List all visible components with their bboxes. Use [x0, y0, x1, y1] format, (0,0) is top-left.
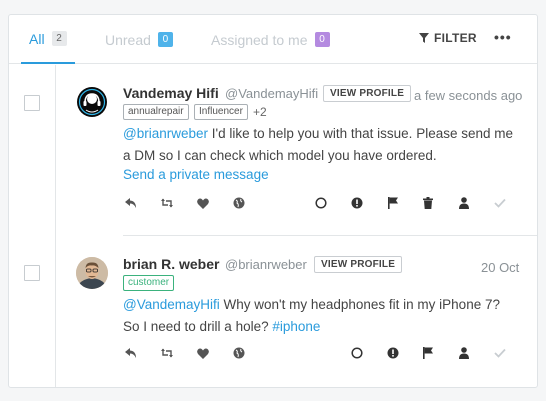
more-options-button[interactable]: •••: [494, 29, 512, 45]
view-profile-button[interactable]: VIEW PROFILE: [323, 85, 412, 102]
tab-unread-label: Unread: [105, 31, 151, 48]
priority-icon[interactable]: [385, 345, 401, 361]
mention-link[interactable]: @VandemayHifi: [123, 297, 220, 312]
mention-link[interactable]: @brianrweber: [123, 126, 208, 141]
globe-icon[interactable]: [231, 195, 247, 211]
globe-icon[interactable]: [231, 345, 247, 361]
checkbox-column-divider: [55, 65, 56, 387]
reply-icon[interactable]: [123, 345, 139, 361]
tab-all-count: 2: [51, 31, 67, 46]
reply-icon[interactable]: [123, 195, 139, 211]
message-body-line-2: a DM so I can check which model you have…: [123, 148, 437, 163]
message-time: 20 Oct: [481, 260, 520, 275]
trash-icon[interactable]: [420, 195, 436, 211]
tab-all[interactable]: All 2: [21, 15, 75, 64]
tab-bar: All 2 Unread 0 Assigned to me 0 FILTER •…: [9, 15, 537, 64]
author-name[interactable]: Vandemay Hifi: [123, 85, 219, 101]
filter-button[interactable]: FILTER: [419, 31, 477, 45]
message-checkbox[interactable]: [24, 265, 40, 281]
user-photo-icon: [76, 257, 108, 289]
tag-annualrepair[interactable]: annualrepair: [123, 104, 189, 120]
tab-all-label: All: [29, 30, 45, 47]
avatar[interactable]: [76, 86, 108, 118]
tab-unread-count: 0: [157, 32, 173, 47]
like-icon[interactable]: [195, 195, 211, 211]
tab-assigned-label: Assigned to me: [211, 31, 308, 48]
retweet-icon[interactable]: [159, 345, 175, 361]
retweet-icon[interactable]: [159, 195, 175, 211]
avatar[interactable]: [76, 257, 108, 289]
priority-icon[interactable]: [349, 195, 365, 211]
message-actions: [9, 195, 537, 213]
send-private-message-link[interactable]: Send a private message: [123, 167, 269, 182]
status-circle-icon[interactable]: [313, 195, 329, 211]
check-icon[interactable]: [492, 345, 508, 361]
message-separator: [123, 235, 537, 236]
message-body-line-2: So I need to drill a hole? #iphone: [123, 319, 320, 334]
message-checkbox[interactable]: [24, 95, 40, 111]
message-text: I'd like to help you with that issue. Pl…: [208, 126, 513, 141]
message-time: a few seconds ago: [414, 88, 523, 103]
filter-icon: [419, 33, 429, 43]
message-actions: [9, 345, 537, 363]
assign-user-icon[interactable]: [456, 195, 472, 211]
message-text: So I need to drill a hole?: [123, 319, 273, 334]
flag-icon[interactable]: [385, 195, 401, 211]
tag-customer[interactable]: customer: [123, 275, 175, 291]
message-body-line-1: @VandemayHifi Why won't my headphones fi…: [123, 297, 500, 312]
like-icon[interactable]: [195, 345, 211, 361]
message-body-line-1: @brianrweber I'd like to help you with t…: [123, 126, 513, 141]
vandemay-logo-icon: [77, 87, 107, 117]
more-tags-count[interactable]: +2: [253, 105, 267, 119]
flag-icon[interactable]: [420, 345, 436, 361]
tab-unread[interactable]: Unread 0: [105, 15, 173, 64]
author-name[interactable]: brian R. weber: [123, 256, 219, 272]
author-handle[interactable]: @brianrweber: [225, 257, 307, 272]
hashtag-link[interactable]: #iphone: [272, 319, 320, 334]
inbox-panel: All 2 Unread 0 Assigned to me 0 FILTER •…: [8, 14, 538, 388]
assign-user-icon[interactable]: [456, 345, 472, 361]
tab-assigned-count: 0: [314, 32, 330, 47]
author-handle[interactable]: @VandemayHifi: [225, 86, 318, 101]
view-profile-button[interactable]: VIEW PROFILE: [314, 256, 403, 273]
status-circle-icon[interactable]: [349, 345, 365, 361]
message-text: Why won't my headphones fit in my iPhone…: [219, 297, 500, 312]
check-icon[interactable]: [492, 195, 508, 211]
filter-label: FILTER: [434, 31, 477, 45]
tag-influencer[interactable]: Influencer: [194, 104, 248, 120]
tab-assigned[interactable]: Assigned to me 0: [211, 15, 330, 64]
